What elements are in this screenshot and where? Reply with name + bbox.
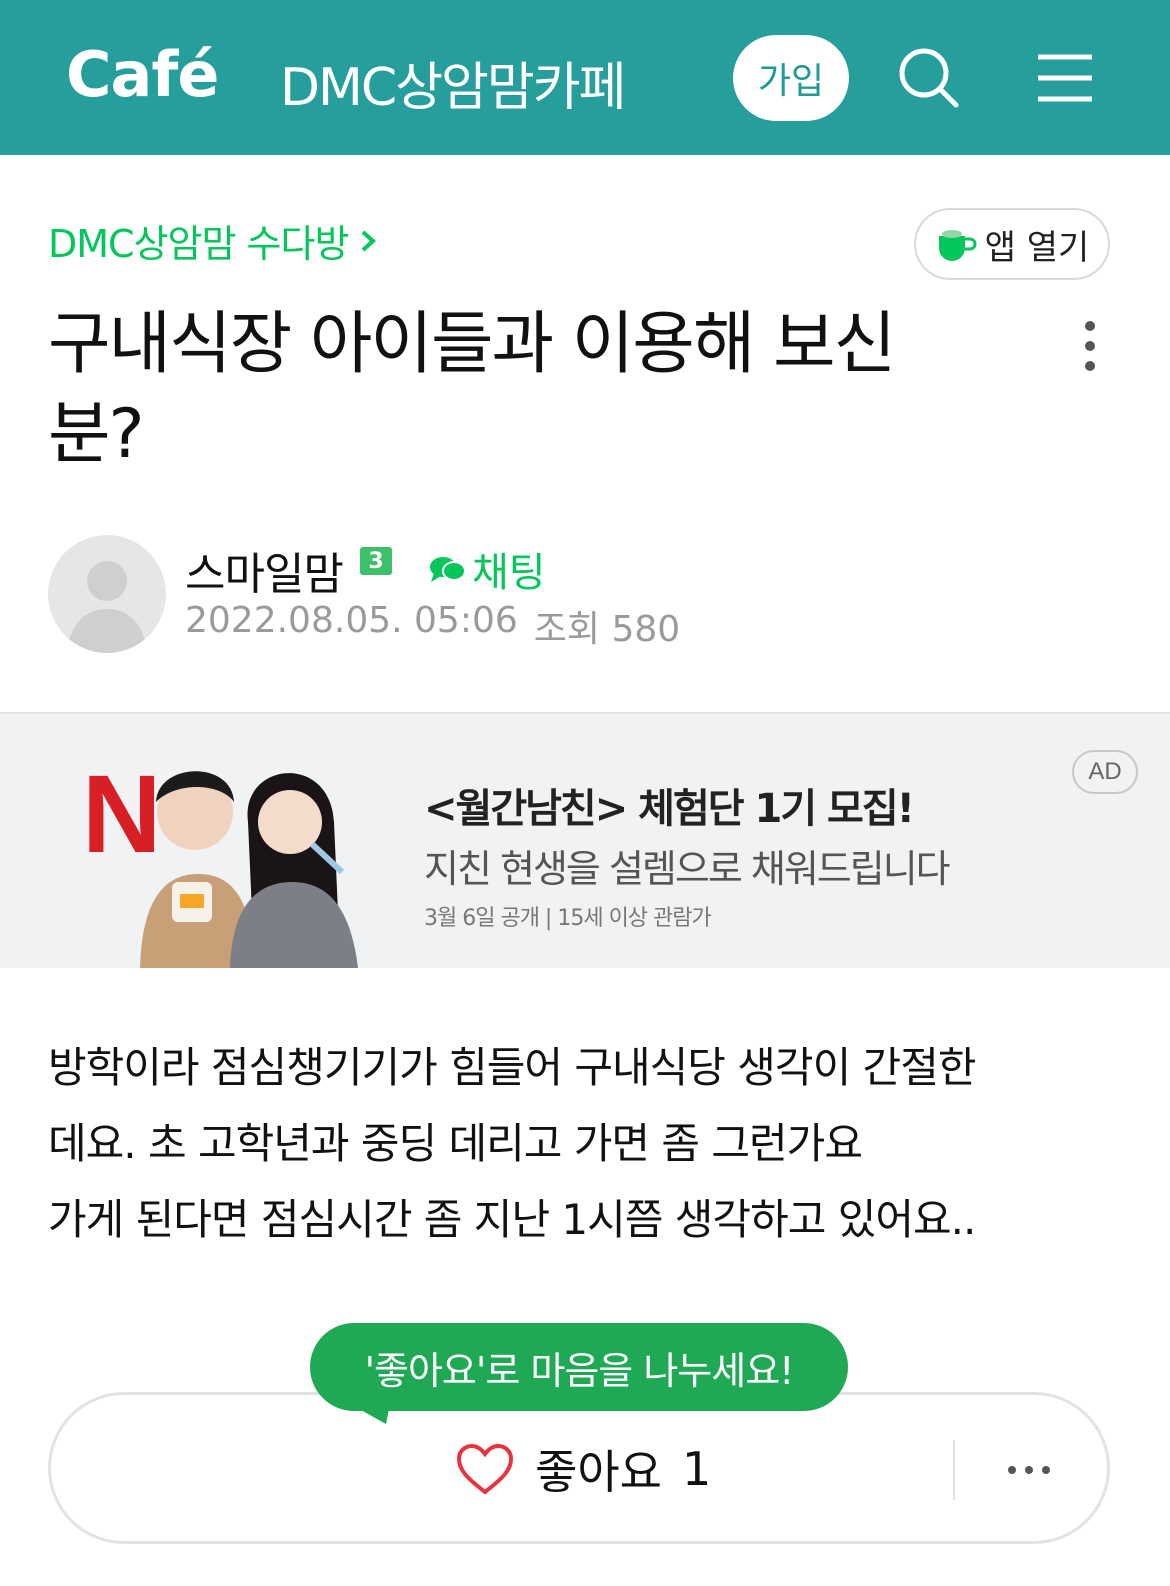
more-vertical-icon[interactable] (1070, 318, 1110, 374)
default-avatar-icon (67, 561, 147, 653)
join-button[interactable]: 가입 (733, 35, 849, 121)
like-count: 1 (681, 1442, 712, 1496)
menu-icon[interactable] (1032, 45, 1098, 111)
app-open-button[interactable]: 앱 열기 (914, 208, 1110, 280)
app-open-label: 앱 열기 (984, 227, 1090, 268)
more-horizontal-icon[interactable] (1006, 1460, 1052, 1480)
chat-button[interactable]: 채팅 (428, 540, 546, 598)
post-meta: 2022.08.05. 05:06 조회 580 (185, 600, 680, 652)
post-body: 방학이라 점심챙기기가 힘들어 구내식당 생각이 간절한 데요. 초 고학년과 … (48, 1030, 1128, 1258)
ad-banner[interactable]: N <월간남친> 체험단 1기 모집! 지친 현생을 설렘으로 채워드립니다 3… (0, 712, 1170, 968)
like-label: 좋아요 (535, 1445, 662, 1499)
level-badge: 3 (360, 547, 392, 575)
like-button[interactable]: 좋아요 1 (455, 1436, 711, 1502)
tooltip-tail (350, 1404, 390, 1424)
author-name[interactable]: 스마일맘 (185, 538, 344, 602)
search-icon[interactable] (896, 45, 962, 111)
chevron-right-icon (362, 230, 377, 251)
ad-title: <월간남친> 체험단 1기 모집! (424, 786, 915, 832)
cafe-name[interactable]: DMC상암맘카페 (280, 45, 626, 120)
like-tooltip: '좋아요'로 마음을 나누세요! (310, 1323, 848, 1411)
coffee-cup-icon (938, 230, 977, 261)
board-name: DMC상암맘 수다방 (48, 222, 349, 266)
heart-icon (456, 1443, 514, 1495)
chat-label: 채팅 (472, 550, 546, 596)
body-line: 방학이라 점심챙기기가 힘들어 구내식당 생각이 간절한 (48, 1043, 976, 1092)
avatar[interactable] (48, 535, 166, 653)
board-link[interactable]: DMC상암맘 수다방 (48, 213, 380, 268)
divider (953, 1440, 955, 1500)
cafe-logo[interactable]: Café (66, 38, 219, 111)
ad-note: 3월 6일 공개 | 15세 이상 관람가 (424, 906, 712, 931)
chat-bubble-icon (430, 557, 466, 582)
body-line: 데요. 초 고학년과 중딩 데리고 가면 좀 그런가요 (48, 1119, 863, 1168)
body-line: 가게 된다면 점심시간 좀 지난 1시쯤 생각하고 있어요.. (48, 1195, 976, 1244)
view-count: 조회 580 (533, 609, 681, 650)
top-header: Café DMC상암맘카페 가입 (0, 0, 1170, 155)
post-title: 구내식장 아이들과 이용해 보신 분? (48, 305, 896, 474)
netflix-logo: N (82, 753, 161, 876)
post-date: 2022.08.05. 05:06 (185, 600, 518, 641)
ad-image: N (82, 753, 358, 968)
ad-badge[interactable]: AD (1072, 750, 1138, 794)
ad-subtitle: 지친 현생을 설렘으로 채워드립니다 (424, 847, 951, 891)
